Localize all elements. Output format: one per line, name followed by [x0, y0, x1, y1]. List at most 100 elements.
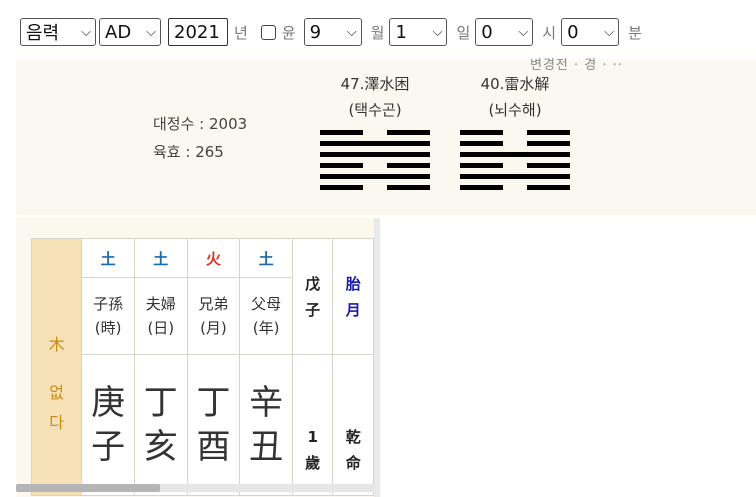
age-unit: 歲: [305, 454, 321, 472]
side-element: 木: [48, 335, 65, 354]
relation-text: 兄弟: [198, 295, 229, 313]
yang-line: [320, 174, 430, 179]
relation-cell: 父母 (年): [239, 277, 293, 355]
yin-line-segment: [387, 185, 430, 190]
pillar-text: (日): [147, 319, 175, 337]
chevron-down-icon: ⌵: [518, 24, 529, 40]
yin-line-segment: [320, 163, 363, 168]
original-gua-reading: (택수곤): [348, 101, 402, 119]
side-note-1: 없: [49, 383, 65, 402]
element-cell: 土: [239, 238, 293, 278]
yin-line-segment: [460, 130, 503, 135]
yukhyo-label: 육효 : 265: [153, 143, 224, 161]
chevron-down-icon: ⌵: [346, 24, 357, 40]
year-unit-label: 년: [234, 23, 248, 42]
relation-cell: 夫婦 (日): [133, 277, 188, 355]
yang-line: [320, 141, 430, 146]
yin-line-segment: [527, 141, 570, 146]
gan-char: 丁: [196, 383, 231, 423]
element-text: 土: [153, 249, 169, 268]
gunmyeong-cell: 乾命: [332, 354, 374, 496]
ganji-cell: 丁酉: [186, 354, 241, 496]
chevron-down-icon: ⌵: [604, 24, 615, 40]
tae-label: 胎: [345, 274, 361, 293]
day-select[interactable]: 1 ⌵: [389, 18, 448, 46]
yang-line: [460, 152, 570, 157]
month-select[interactable]: 9 ⌵: [303, 18, 362, 46]
relation-text: 子孫: [93, 295, 124, 313]
daeun-age-cell: 1歲: [291, 354, 334, 496]
original-gua-name: 47.澤水困: [340, 75, 410, 93]
yang-line: [460, 174, 570, 179]
relation-text: 夫婦: [145, 295, 176, 313]
myeong-label: 命: [345, 454, 361, 472]
relation-cell: 兄弟 (月): [186, 277, 241, 355]
minute-unit-label: 분: [628, 23, 642, 42]
element-cell: 土: [133, 238, 188, 278]
chevron-down-icon: ⌵: [146, 24, 156, 40]
ji-char: 亥: [143, 427, 178, 467]
age-number: 1: [307, 428, 318, 446]
leap-month-checkbox[interactable]: [260, 24, 276, 40]
gan-char: 辛: [249, 383, 284, 423]
minute-value: 0: [567, 21, 579, 43]
pillar-text: (月): [200, 319, 227, 337]
changed-gua-reading: (뇌수해): [488, 101, 542, 119]
yin-line-segment: [527, 163, 570, 168]
ji-char: 酉: [196, 427, 231, 467]
daeun-header-cell: 戊 子: [291, 238, 334, 355]
gan-char: 庚: [91, 383, 126, 423]
year-input[interactable]: 2021: [168, 18, 228, 46]
year-input-value: 2021: [174, 21, 220, 43]
relation-text: 父母: [251, 295, 282, 313]
yin-line-segment: [320, 185, 363, 190]
four-pillars-panel: 木 없 다 土 土 火 土 戊 子 胎 月 子孫 (時) 夫婦 (日) 兄弟 (月) …: [16, 218, 374, 497]
date-input-bar: 음력 ⌵ AD ⌵ 2021 년 윤 9 ⌵ 월 1 ⌵ 일 0 ⌵ 시 0 ⌵…: [0, 14, 756, 50]
tae-header-cell: 胎 月: [332, 238, 374, 355]
chevron-down-icon: ⌵: [81, 24, 91, 40]
side-note-2: 다: [49, 413, 65, 432]
element-text: 土: [258, 249, 274, 268]
month-value: 9: [309, 21, 322, 43]
hour-unit-label: 시: [542, 23, 557, 42]
minute-select[interactable]: 0 ⌵: [561, 18, 620, 46]
yin-line-segment: [460, 163, 503, 168]
era-select[interactable]: AD ⌵: [99, 18, 161, 46]
pillar-text: (年): [252, 319, 280, 337]
yin-line-segment: [527, 130, 570, 135]
yin-line-segment: [527, 185, 570, 190]
yang-line: [320, 152, 430, 157]
yin-line-segment: [460, 185, 503, 190]
relation-cell: 子孫 (時): [81, 277, 135, 355]
element-text: 土: [100, 249, 116, 268]
yin-line-segment: [387, 163, 430, 168]
day-value: 1: [395, 21, 407, 43]
chevron-down-icon: ⌵: [432, 24, 443, 40]
day-unit-label: 일: [456, 23, 471, 42]
gan-char: 丁: [143, 383, 178, 423]
ganji-cell: 辛丑: [239, 354, 293, 496]
month-unit-label: 월: [370, 23, 385, 42]
yin-line-segment: [320, 130, 363, 135]
daeun-gan: 戊: [305, 274, 321, 293]
scrollbar-thumb[interactable]: [16, 484, 160, 492]
changed-gua-name: 40.雷水解: [480, 75, 550, 93]
yin-line-segment: [460, 141, 503, 146]
element-cell: 火: [186, 238, 241, 278]
hour-select[interactable]: 0 ⌵: [475, 18, 534, 46]
wol-label: 月: [345, 300, 361, 319]
ganji-cell: 庚子: [81, 354, 135, 496]
original-hexagram: [320, 130, 430, 200]
clipped-header-text: 변경전 · 경 · ··: [530, 58, 623, 73]
four-pillars-table: 木 없 다 土 土 火 土 戊 子 胎 月 子孫 (時) 夫婦 (日) 兄弟 (月) …: [30, 238, 374, 496]
element-cell: 土: [81, 238, 135, 278]
geon-label: 乾: [345, 428, 361, 446]
element-side-cell: 木 없 다: [30, 238, 83, 496]
pillar-text: (時): [94, 319, 122, 337]
ji-char: 丑: [249, 427, 284, 467]
hour-value: 0: [481, 21, 493, 43]
era-value: AD: [105, 21, 132, 43]
calendar-type-select[interactable]: 음력 ⌵: [20, 18, 96, 46]
daejeongsu-label: 대정수 : 2003: [153, 115, 248, 133]
daeun-ji: 子: [305, 300, 321, 319]
